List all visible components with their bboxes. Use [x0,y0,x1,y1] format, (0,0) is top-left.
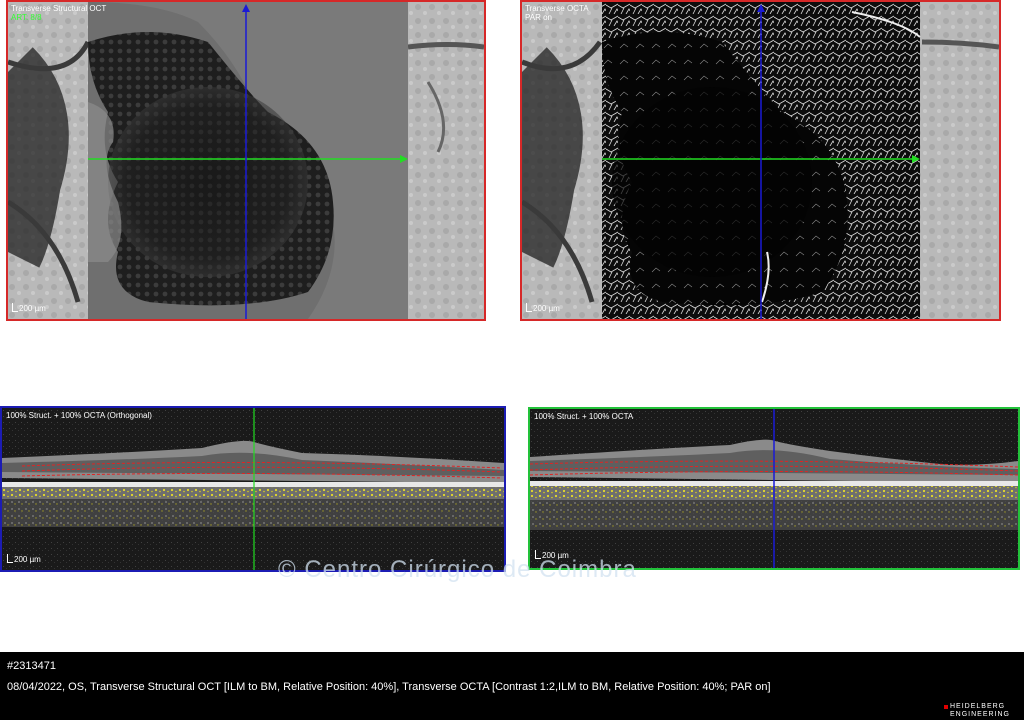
panel-title: 100% Struct. + 100% OCTA [534,412,634,421]
logo-square-icon [944,705,948,709]
scale-bar-icon [526,303,532,312]
scale-bar: 200 µm [526,303,560,313]
scale-bar-label: 200 µm [19,304,46,313]
bscan-panel[interactable]: 100% Struct. + 100% OCTA 200 µm [528,407,1020,570]
panel-subtitle: PAR on [525,13,552,22]
bscan-orthogonal-panel[interactable]: 100% Struct. + 100% OCTA (Orthogonal) 20… [0,406,506,572]
watermark: © Centro Cirúrgico de Coimbra [278,556,637,583]
scale-bar: 200 µm [12,303,46,313]
bscan-image [530,409,1018,568]
panel-title: 100% Struct. + 100% OCTA (Orthogonal) [6,411,152,420]
scale-bar-label: 200 µm [14,555,41,564]
scale-bar-icon [7,554,13,563]
octa-panel[interactable]: Transverse OCTA PAR on 200 µm [520,0,1001,321]
octa-image [522,2,999,319]
panel-title: Transverse Structural OCT [11,4,107,13]
scale-bar-label: 200 µm [533,304,560,313]
info-footer: #2313471 08/04/2022, OS, Transverse Stru… [0,652,1024,720]
structural-oct-panel[interactable]: Transverse Structural OCT ART: 8/8 200 µ… [6,0,486,321]
logo-line1: HEIDELBERG [950,703,1006,710]
structural-oct-image [8,2,484,319]
exam-description: 08/04/2022, OS, Transverse Structural OC… [7,681,771,693]
panel-subtitle: ART: 8/8 [11,13,42,22]
heidelberg-logo: HEIDELBERG ENGINEERING [944,703,1016,719]
bscan-orthogonal-image [2,408,504,570]
scale-bar: 200 µm [7,554,41,564]
panel-title: Transverse OCTA [525,4,589,13]
logo-line2: ENGINEERING [950,711,1011,718]
scale-bar-icon [12,303,18,312]
exam-id: #2313471 [7,660,56,672]
